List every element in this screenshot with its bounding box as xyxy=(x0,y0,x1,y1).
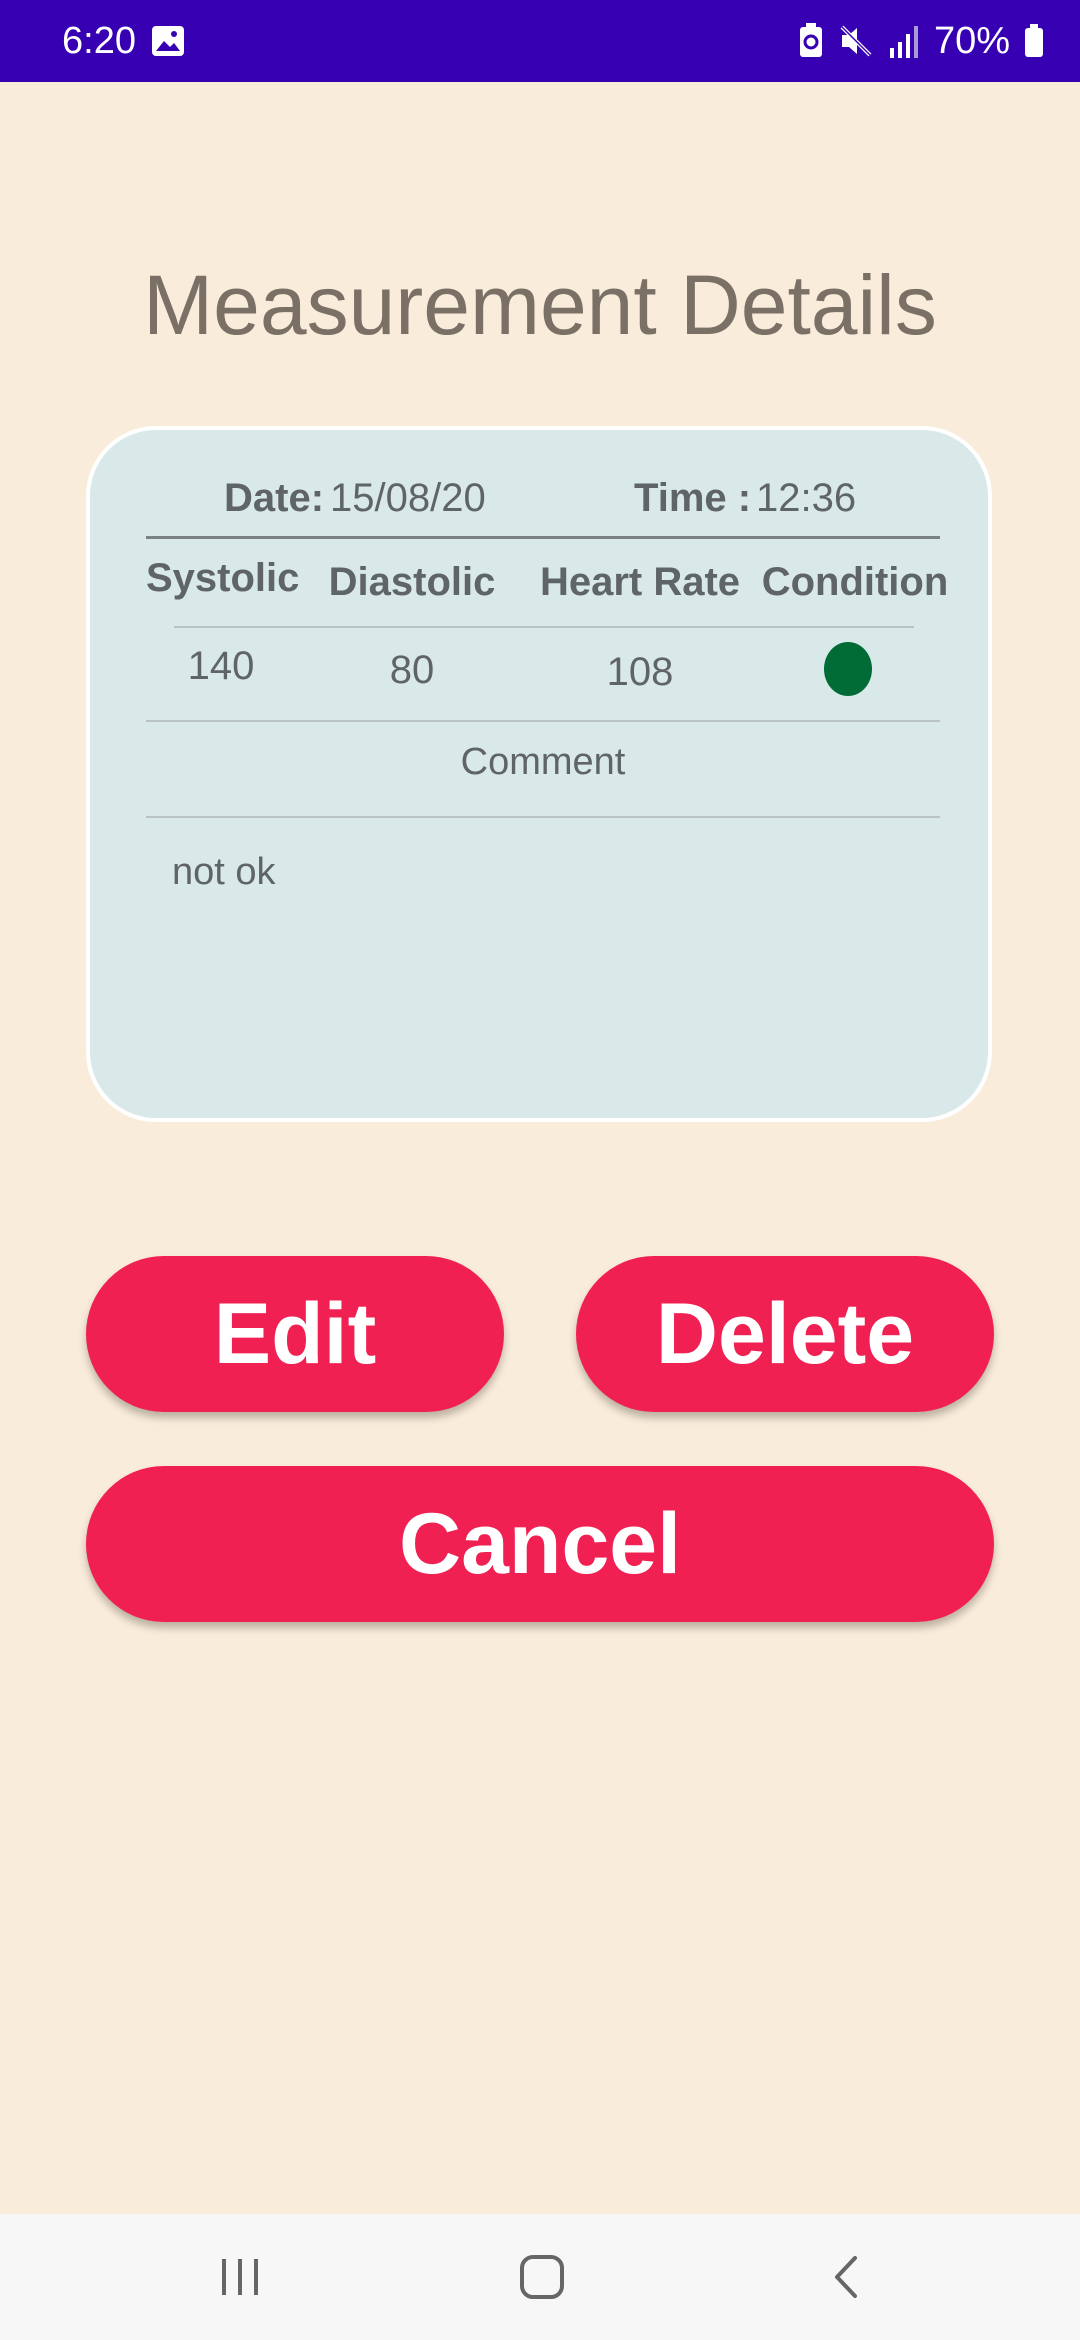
divider xyxy=(146,536,940,539)
date-value: 15/08/20 xyxy=(330,476,486,520)
delete-button[interactable]: Delete xyxy=(576,1256,994,1412)
home-icon xyxy=(520,2255,564,2299)
divider xyxy=(146,816,940,818)
column-header-diastolic: Diastolic xyxy=(328,560,496,604)
edit-button[interactable]: Edit xyxy=(86,1256,504,1412)
page-title: Measurement Details xyxy=(143,258,937,352)
systolic-value: 140 xyxy=(187,644,255,688)
condition-indicator xyxy=(824,642,872,696)
battery-icon xyxy=(1025,24,1043,57)
navigation-bar xyxy=(0,2214,1080,2340)
status-icons: 70% xyxy=(798,14,1044,68)
data-saver-icon xyxy=(799,23,822,57)
signal-icon xyxy=(889,26,918,58)
status-time: 6:20 xyxy=(62,20,136,62)
time-value: 12:36 xyxy=(756,476,857,520)
divider xyxy=(174,626,914,628)
comment-text: not ok xyxy=(172,851,276,893)
date-label: Date: xyxy=(224,476,325,520)
measurement-card: Date: 15/08/20 Time : 12:36 Systolic Dia… xyxy=(86,426,992,1122)
column-header-condition: Condition xyxy=(761,560,949,604)
back-icon xyxy=(835,2256,857,2298)
heart-rate-value: 108 xyxy=(606,650,674,694)
recents-button[interactable] xyxy=(180,2234,300,2320)
comment-header: Comment xyxy=(460,741,626,783)
gallery-icon xyxy=(152,26,184,56)
status-bar: 6:20 70% xyxy=(0,0,1080,82)
column-header-heart-rate: Heart Rate xyxy=(539,560,741,604)
battery-percentage: 70% xyxy=(933,20,1010,62)
diastolic-value: 80 xyxy=(389,648,435,692)
divider xyxy=(146,720,940,722)
cancel-button[interactable]: Cancel xyxy=(86,1466,994,1622)
column-header-systolic: Systolic xyxy=(146,556,300,600)
back-button[interactable] xyxy=(786,2234,906,2320)
recents-icon xyxy=(222,2259,258,2295)
home-button[interactable] xyxy=(482,2234,602,2320)
time-label: Time : xyxy=(634,476,752,520)
mute-icon xyxy=(840,25,872,57)
